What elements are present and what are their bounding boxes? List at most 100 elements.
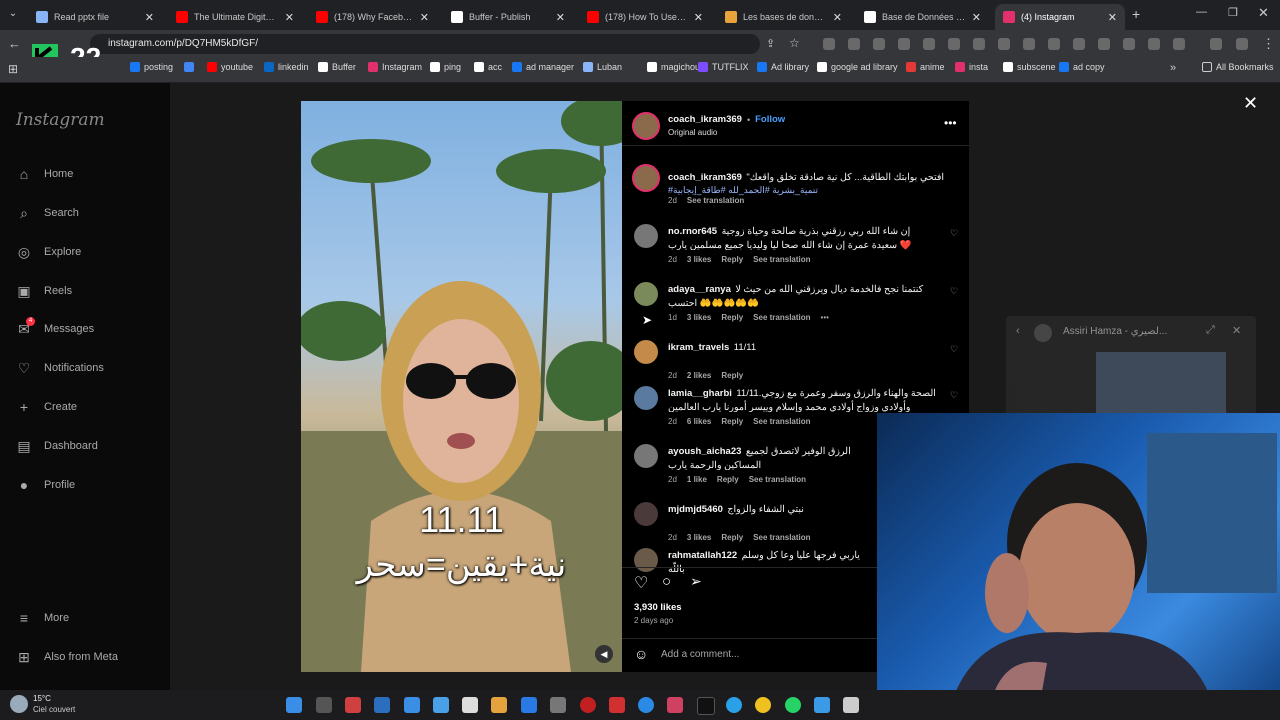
comment-likes[interactable]: 6 likes [687, 417, 711, 426]
browser-tab[interactable]: The Ultimate Digital Ma ✕ [168, 4, 302, 30]
copilot-icon[interactable] [345, 697, 361, 713]
comment-more-icon[interactable]: ••• [821, 313, 829, 322]
tab-close-icon[interactable]: ✕ [833, 11, 842, 24]
file-explorer-icon[interactable] [462, 697, 478, 713]
bookmark-item[interactable]: posting [130, 62, 173, 72]
more-options-icon[interactable]: ••• [944, 116, 957, 130]
post-video[interactable]: 11.11 نية+يقين=سحر ◀ [301, 101, 622, 672]
comment-like-heart-icon[interactable]: ♡ [950, 390, 958, 401]
tab-close-icon[interactable]: ✕ [145, 11, 154, 24]
taskbar-app-icon[interactable] [433, 697, 449, 713]
extension-icon[interactable] [923, 38, 935, 50]
extension-icon[interactable] [898, 38, 910, 50]
pip-back-icon[interactable]: ‹ [1016, 325, 1020, 337]
sidebar-item-also-from-meta[interactable]: ⊞ Also from Meta [16, 649, 118, 665]
windows-start-icon[interactable] [286, 697, 302, 713]
task-view-icon[interactable] [316, 697, 332, 713]
extension-icon[interactable] [1073, 38, 1085, 50]
comment-like-heart-icon[interactable]: ♡ [950, 286, 958, 297]
bookmark-item[interactable]: anime [906, 62, 945, 72]
notion-icon[interactable] [843, 697, 859, 713]
bookmark-item[interactable]: Luban [583, 62, 622, 72]
caption-avatar[interactable] [632, 164, 660, 192]
comment-username[interactable]: ikram_travels [668, 342, 729, 353]
sidebar-item-reels[interactable]: ▣ Reels [16, 283, 72, 299]
restore-button[interactable]: ❐ [1228, 6, 1238, 19]
like-heart-icon[interactable]: ♡ [634, 573, 648, 593]
extension-icon[interactable] [973, 38, 985, 50]
comment-reply-button[interactable]: Reply [721, 371, 743, 380]
comment-bubble-icon[interactable]: ○ [662, 573, 671, 590]
browser-tab[interactable]: (178) Why Facebook Ad ✕ [308, 4, 437, 30]
comment-see-translation[interactable]: See translation [753, 255, 810, 264]
bookmark-item[interactable]: Instagram [368, 62, 422, 72]
tiktok-icon[interactable] [697, 697, 715, 715]
caption-hashtags[interactable]: #تنمية_بشرية #الحمد_لله #طاقة_إيجابية [668, 185, 958, 196]
comment-likes[interactable]: 3 likes [687, 255, 711, 264]
bookmark-star-icon[interactable]: ☆ [789, 36, 800, 50]
tab-close-icon[interactable]: ✕ [694, 11, 703, 24]
caption-username[interactable]: coach_ikram369 [668, 172, 742, 183]
bookmark-item[interactable]: acc [474, 62, 502, 72]
opera-icon[interactable] [580, 697, 596, 713]
bookmark-item[interactable]: magichour [647, 62, 703, 72]
bookmark-item[interactable]: ad copy [1059, 62, 1105, 72]
comment-see-translation[interactable]: See translation [753, 533, 810, 542]
mail-icon[interactable] [521, 697, 537, 713]
follow-button[interactable]: Follow [755, 114, 785, 125]
comment-like-heart-icon[interactable]: ♡ [950, 344, 958, 355]
bookmark-item[interactable]: ad manager [512, 62, 574, 72]
sidebar-item-messages[interactable]: ✉ Messages 4 [16, 317, 94, 337]
comment-avatar[interactable] [634, 340, 658, 364]
browser-tab[interactable]: Base de Données du Co ✕ [856, 4, 989, 30]
settings-gear-icon[interactable] [550, 697, 566, 713]
bookmark-item[interactable]: insta [955, 62, 988, 72]
comment-avatar[interactable] [634, 224, 658, 248]
tab-close-icon[interactable]: ✕ [556, 11, 565, 24]
extension-icon[interactable] [998, 38, 1010, 50]
taskbar-app-icon[interactable] [404, 697, 420, 713]
bookmark-item[interactable]: youtube [207, 62, 253, 72]
window-close-button[interactable]: ✕ [1258, 5, 1269, 21]
add-comment-input[interactable]: Add a comment... [661, 649, 739, 660]
pip-player[interactable]: ‹ Assiri Hamza - لصيري... ⤢ ✕ [1006, 316, 1256, 426]
bookmark-item[interactable] [184, 62, 198, 72]
extension-icon[interactable] [1023, 38, 1035, 50]
comment-username[interactable]: rahmatallah122 [668, 550, 737, 561]
comment-see-translation[interactable]: See translation [753, 313, 810, 322]
sidebar-item-notifications[interactable]: ♡ Notifications [16, 360, 104, 376]
browser-tab[interactable]: Les bases de données d ✕ [717, 4, 850, 30]
comment-avatar[interactable] [634, 282, 658, 306]
caption-see-translation[interactable]: See translation [687, 196, 744, 205]
taskbar-app-icon[interactable] [667, 697, 683, 713]
comment-username[interactable]: ayoush_aicha23 [668, 446, 741, 457]
extension-icon[interactable] [1098, 38, 1110, 50]
bookmark-item[interactable]: linkedin [264, 62, 309, 72]
telegram-icon[interactable] [726, 697, 742, 713]
sidebar-item-profile[interactable]: ● Profile [16, 477, 75, 493]
apps-grid-icon[interactable]: ⊞ [8, 62, 18, 76]
tab-close-icon[interactable]: ✕ [420, 11, 429, 24]
new-tab-button[interactable]: + [1132, 6, 1140, 22]
comment-likes[interactable]: 3 likes [687, 313, 711, 322]
comment-reply-button[interactable]: Reply [721, 255, 743, 264]
extension-icon[interactable] [948, 38, 960, 50]
pip-close-icon[interactable]: ✕ [1232, 324, 1241, 337]
extension-icon[interactable] [1048, 38, 1060, 50]
back-arrow-icon[interactable]: ← [8, 36, 21, 51]
comment-likes[interactable]: 1 like [687, 475, 707, 484]
install-app-icon[interactable]: ⇪ [766, 37, 775, 50]
sidebar-item-search[interactable]: ⌕ Search [16, 205, 79, 221]
extension-icon[interactable] [1173, 38, 1185, 50]
comment-reply-button[interactable]: Reply [721, 313, 743, 322]
url-bar[interactable]: instagram.com/p/DQ7HM5kDfGF/ [90, 34, 760, 54]
browser-tab[interactable]: Read pptx file ✕ [28, 4, 162, 30]
sidebar-item-explore[interactable]: ◎ Explore [16, 244, 81, 260]
extension-icon[interactable] [873, 38, 885, 50]
comment-avatar[interactable] [634, 502, 658, 526]
comment-avatar[interactable] [634, 444, 658, 468]
browser-menu-icon[interactable]: ⋮ [1262, 36, 1275, 52]
minimize-button[interactable]: — [1196, 6, 1207, 18]
browser-tab[interactable]: Buffer - Publish ✕ [443, 4, 573, 30]
tab-close-icon[interactable]: ✕ [1108, 11, 1117, 24]
